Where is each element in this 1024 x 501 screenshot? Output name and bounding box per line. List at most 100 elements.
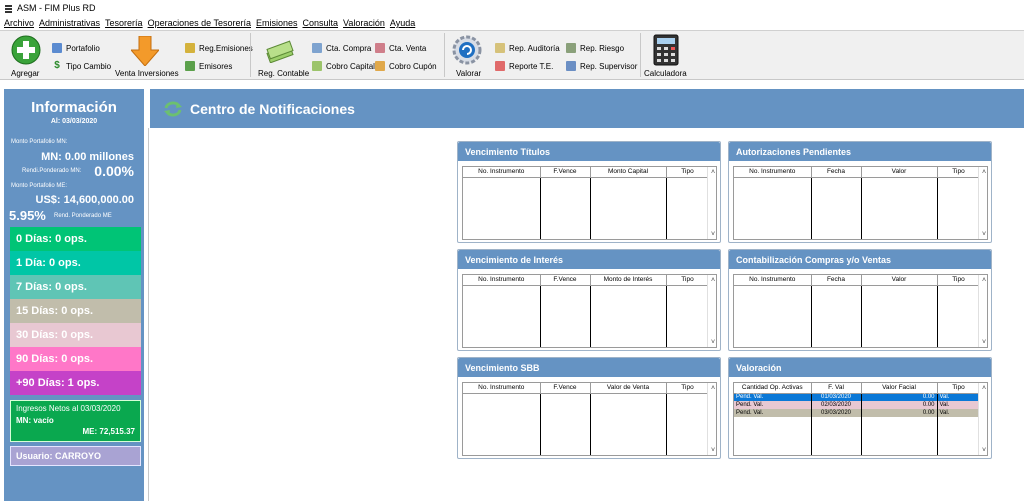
col-header[interactable]: Tipo xyxy=(666,383,710,394)
table-row[interactable]: Pend. Val. 03/03/2020 0.00 Val. xyxy=(734,409,981,417)
vencimiento-sbb-grid[interactable]: No. Instrumento F.Vence Valor de Venta T… xyxy=(462,382,717,456)
col-header[interactable]: No. Instrumento xyxy=(463,275,541,286)
col-header[interactable]: Monto de Interés xyxy=(590,275,667,286)
menu-emisiones[interactable]: Emisiones xyxy=(256,18,298,28)
menu-valoracion[interactable]: Valoración xyxy=(343,18,385,28)
col-header[interactable]: Tipo xyxy=(666,275,710,286)
days-7-box[interactable]: 7 Días: 0 ops. xyxy=(10,275,141,299)
agregar-button[interactable]: Agregar xyxy=(8,33,44,79)
venta-inversiones-button[interactable]: Venta Inversiones xyxy=(114,33,179,79)
vertical-scrollbar[interactable]: ˄ ˅ xyxy=(707,167,716,239)
col-header[interactable]: No. Instrumento xyxy=(734,275,812,286)
cta-compra-button[interactable]: Cta. Compra xyxy=(312,43,371,53)
vencimiento-interes-grid[interactable]: No. Instrumento F.Vence Monto de Interés… xyxy=(462,274,717,348)
col-header[interactable]: F.Vence xyxy=(540,383,591,394)
valoracion-grid[interactable]: Cantidad Op. Activas F. Val Valor Facial… xyxy=(733,382,988,456)
panel-vencimiento-sbb: Vencimiento SBB No. Instrumento F.Vence … xyxy=(457,357,721,459)
vertical-scrollbar[interactable]: ˄ ˅ xyxy=(978,275,987,347)
autorizaciones-grid[interactable]: No. Instrumento Fecha Valor Tipo ˄ ˅ xyxy=(733,166,988,240)
menu-consulta[interactable]: Consulta xyxy=(303,18,339,28)
refresh-icon xyxy=(164,101,182,116)
days-90plus-box[interactable]: +90 Días: 1 ops. xyxy=(10,371,141,395)
menu-ayuda[interactable]: Ayuda xyxy=(390,18,415,28)
reporte-te-button[interactable]: Reporte T.E. xyxy=(495,61,553,71)
days-15-box[interactable]: 15 Días: 0 ops. xyxy=(10,299,141,323)
toolbar-separator xyxy=(640,33,641,77)
app-icon xyxy=(4,4,13,13)
col-header[interactable]: Tipo xyxy=(937,275,981,286)
panel-vencimiento-interes: Vencimiento de Interés No. Instrumento F… xyxy=(457,249,721,351)
rep-supervisor-button[interactable]: Rep. Supervisor xyxy=(566,61,637,71)
monto-mn-value: MN: 0.00 millones xyxy=(41,151,134,163)
tipo-cambio-button[interactable]: $ Tipo Cambio xyxy=(52,61,111,71)
cobro-capital-button[interactable]: Cobro Capital xyxy=(312,61,375,71)
col-header[interactable]: Valor de Venta xyxy=(590,383,667,394)
calculadora-button[interactable]: Calculadora xyxy=(644,33,688,79)
vertical-scrollbar[interactable]: ˄ ˅ xyxy=(978,167,987,239)
scroll-up-icon[interactable]: ˄ xyxy=(980,169,988,176)
vencimiento-titulos-grid[interactable]: No. Instrumento F.Vence Monto Capital Ti… xyxy=(462,166,717,240)
portafolio-button[interactable]: Portafolio xyxy=(52,43,100,53)
reg-contable-button[interactable]: Reg. Contable xyxy=(256,33,309,79)
col-header[interactable]: F. Val xyxy=(811,383,862,394)
col-header[interactable]: No. Instrumento xyxy=(463,167,541,178)
panel-autorizaciones-pendientes: Autorizaciones Pendientes No. Instrument… xyxy=(728,141,992,243)
col-header[interactable]: Fecha xyxy=(811,167,862,178)
scroll-down-icon[interactable]: ˅ xyxy=(709,339,717,346)
toolbar-separator xyxy=(444,33,445,77)
menu-archivo[interactable]: Archivo xyxy=(4,18,34,28)
col-header[interactable]: No. Instrumento xyxy=(734,167,812,178)
calculadora-label: Calculadora xyxy=(644,69,687,78)
table-row[interactable]: Pend. Val. 01/03/2020 0.00 Val. xyxy=(734,393,981,401)
scroll-down-icon[interactable]: ˅ xyxy=(980,339,988,346)
col-header[interactable]: Cantidad Op. Activas xyxy=(734,383,812,394)
valorar-button[interactable]: Valorar xyxy=(448,33,486,79)
ingresos-netos-box: Ingresos Netos al 03/03/2020 MN: vacío M… xyxy=(10,400,141,442)
scroll-up-icon[interactable]: ˄ xyxy=(709,277,717,284)
supervisor-icon xyxy=(566,61,576,71)
col-header[interactable]: Tipo xyxy=(937,167,981,178)
vertical-scrollbar[interactable]: ˄ ˅ xyxy=(707,275,716,347)
monto-me-label: Monto Portafolio ME: xyxy=(11,183,68,189)
scroll-up-icon[interactable]: ˄ xyxy=(980,385,988,392)
col-header[interactable]: Valor xyxy=(861,275,938,286)
cobro-cupon-button[interactable]: Cobro Cupón xyxy=(375,61,437,71)
col-header[interactable]: Valor Facial xyxy=(861,383,938,394)
table-row[interactable]: Pend. Val. 02/03/2020 0.00 Val. xyxy=(734,401,981,409)
scroll-down-icon[interactable]: ˅ xyxy=(709,231,717,238)
panel-valoracion: Valoración Cantidad Op. Activas F. Val V… xyxy=(728,357,992,459)
scroll-up-icon[interactable]: ˄ xyxy=(980,277,988,284)
days-30-box[interactable]: 30 Días: 0 ops. xyxy=(10,323,141,347)
col-header[interactable]: F.Vence xyxy=(540,275,591,286)
menu-tesoreria[interactable]: Tesorería xyxy=(105,18,143,28)
scroll-down-icon[interactable]: ˅ xyxy=(980,447,988,454)
reg-contable-label: Reg. Contable xyxy=(258,69,310,78)
scroll-up-icon[interactable]: ˄ xyxy=(709,385,717,392)
scroll-down-icon[interactable]: ˅ xyxy=(980,231,988,238)
vertical-scrollbar[interactable]: ˄ ˅ xyxy=(978,383,987,455)
col-header[interactable]: Valor xyxy=(861,167,938,178)
col-header[interactable]: No. Instrumento xyxy=(463,383,541,394)
contabilizacion-grid[interactable]: No. Instrumento Fecha Valor Tipo ˄ ˅ xyxy=(733,274,988,348)
scroll-up-icon[interactable]: ˄ xyxy=(709,169,717,176)
panel-title: Autorizaciones Pendientes xyxy=(729,142,991,161)
col-header[interactable]: Tipo xyxy=(666,167,710,178)
rep-riesgo-button[interactable]: Rep. Riesgo xyxy=(566,43,624,53)
days-0-box[interactable]: 0 Días: 0 ops. xyxy=(10,227,141,251)
reg-emisiones-button[interactable]: Reg.Emisiones xyxy=(185,43,253,53)
menu-operaciones-tesoreria[interactable]: Operaciones de Tesorería xyxy=(148,18,251,28)
vertical-scrollbar[interactable]: ˄ ˅ xyxy=(707,383,716,455)
col-header[interactable]: Fecha xyxy=(811,275,862,286)
rep-auditoria-button[interactable]: Rep. Auditoría xyxy=(495,43,560,53)
days-90-box[interactable]: 90 Días: 0 ops. xyxy=(10,347,141,371)
col-header[interactable]: Monto Capital xyxy=(590,167,667,178)
col-header[interactable]: F.Vence xyxy=(540,167,591,178)
scroll-down-icon[interactable]: ˅ xyxy=(709,447,717,454)
menu-administrativas[interactable]: Administrativas xyxy=(39,18,100,28)
content-divider xyxy=(148,128,149,501)
days-1-box[interactable]: 1 Día: 0 ops. xyxy=(10,251,141,275)
col-header[interactable]: Tipo xyxy=(937,383,981,394)
cta-venta-button[interactable]: Cta. Venta xyxy=(375,43,426,53)
emisores-button[interactable]: Emisores xyxy=(185,61,232,71)
panel-title: Vencimiento Títulos xyxy=(458,142,720,161)
